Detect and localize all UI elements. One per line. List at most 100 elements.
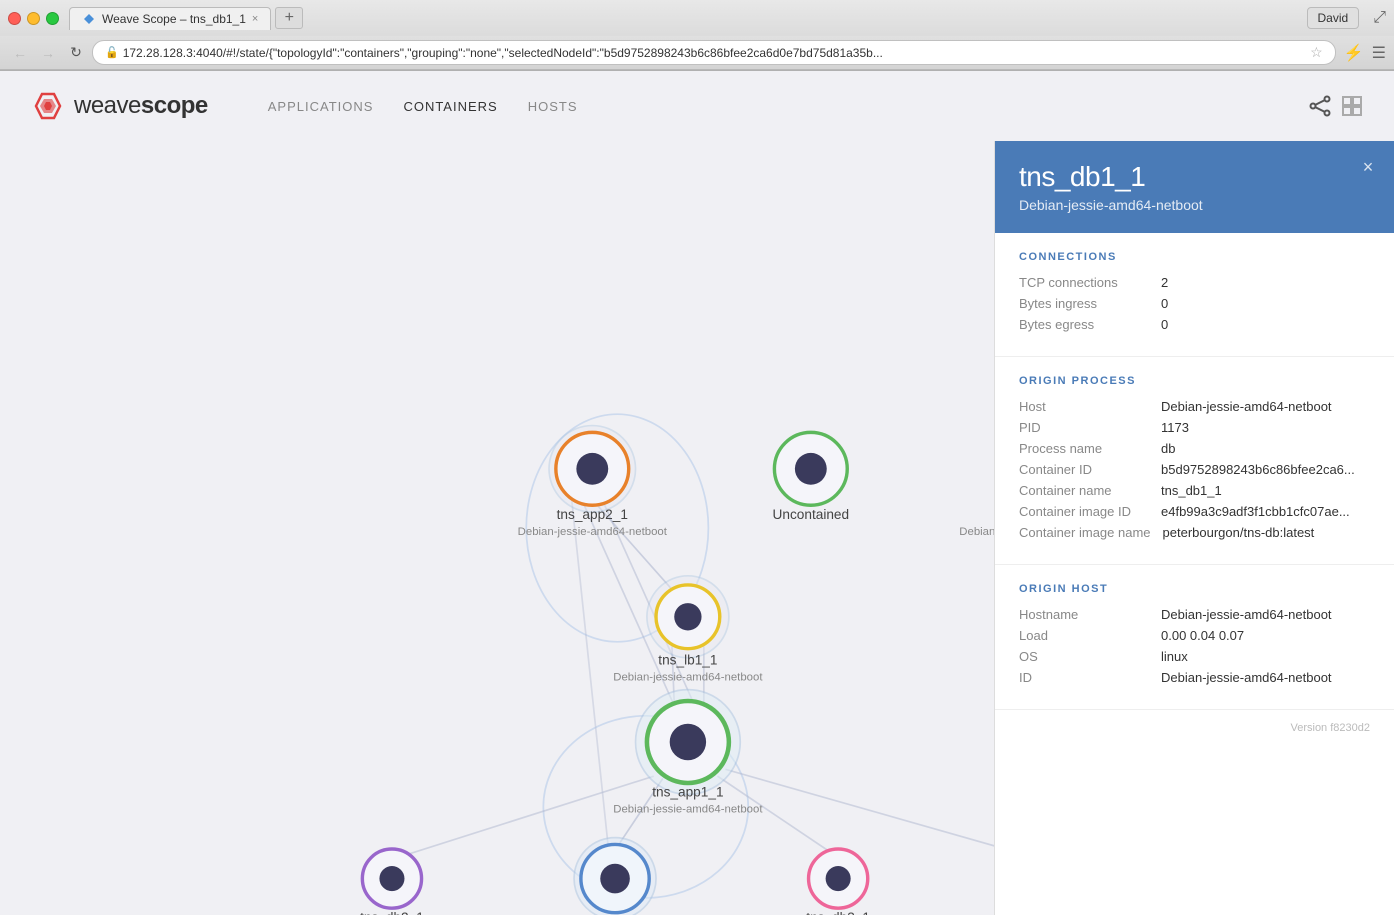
tab-close-button[interactable]: × (252, 13, 258, 25)
process-name-val: db (1161, 441, 1175, 456)
user-button[interactable]: David (1307, 7, 1360, 29)
nav-applications[interactable]: APPLICATIONS (268, 99, 374, 114)
logo: weavescope (30, 88, 208, 124)
hostname-key: Hostname (1019, 607, 1149, 622)
detail-panel: tns_db1_1 Debian-jessie-amd64-netboot × … (994, 141, 1394, 915)
nav-links: APPLICATIONS CONTAINERS HOSTS (268, 99, 578, 114)
host-key: Host (1019, 399, 1149, 414)
container-name-key: Container name (1019, 483, 1149, 498)
tab-label: Weave Scope – tns_db1_1 (102, 12, 246, 26)
tab-bar: Weave Scope – tns_db1_1 × + (69, 7, 1301, 30)
panel-header: tns_db1_1 Debian-jessie-amd64-netboot × (995, 141, 1394, 233)
svg-text:tns_app2_1: tns_app2_1 (557, 507, 628, 522)
container-image-name-key: Container image name (1019, 525, 1151, 540)
container-image-id-row: Container image ID e4fb99a3c9adf3f1cbb1c… (1019, 504, 1370, 519)
origin-process-section: ORIGIN PROCESS Host Debian-jessie-amd64-… (995, 357, 1394, 565)
connections-section: CONNECTIONS TCP connections 2 Bytes ingr… (995, 233, 1394, 357)
os-row: OS linux (1019, 649, 1370, 664)
title-bar: Weave Scope – tns_db1_1 × + David ⤢ (0, 0, 1394, 36)
container-image-name-row: Container image name peterbourgon/tns-db… (1019, 525, 1370, 540)
address-bar[interactable]: 🔓 172.28.128.3:4040/#!/state/{"topologyI… (92, 40, 1336, 65)
pid-val: 1173 (1161, 420, 1189, 435)
panel-close-button[interactable]: × (1356, 155, 1380, 179)
origin-process-section-title: ORIGIN PROCESS (1019, 375, 1370, 387)
app-content: weavescope APPLICATIONS CONTAINERS HOSTS (0, 71, 1394, 915)
maximize-traffic-light[interactable] (46, 12, 59, 25)
nav-icons: ⚡ ☰ (1344, 43, 1386, 63)
logo-icon (30, 88, 66, 124)
svg-text:tns_lb1_1: tns_lb1_1 (658, 653, 717, 668)
node-tns_db3_1[interactable]: tns_db3_1 Debian-jessie-amd64-netboot (764, 849, 914, 915)
container-id-row: Container ID b5d9752898243b6c86bfee2ca6.… (1019, 462, 1370, 477)
forward-button[interactable]: → (36, 41, 60, 65)
panel-subtitle: Debian-jessie-amd64-netboot (1019, 197, 1370, 213)
pid-key: PID (1019, 420, 1149, 435)
os-key: OS (1019, 649, 1149, 664)
container-id-key: Container ID (1019, 462, 1149, 477)
container-name-row: Container name tns_db1_1 (1019, 483, 1370, 498)
bytes-ingress-key: Bytes ingress (1019, 296, 1149, 311)
close-traffic-light[interactable] (8, 12, 21, 25)
load-key: Load (1019, 628, 1149, 643)
refresh-button[interactable]: ↻ (64, 41, 88, 65)
nav-hosts[interactable]: HOSTS (528, 99, 578, 114)
origin-host-section: ORIGIN HOST Hostname Debian-jessie-amd64… (995, 565, 1394, 710)
load-row: Load 0.00 0.04 0.07 (1019, 628, 1370, 643)
back-button[interactable]: ← (8, 41, 32, 65)
pid-row: PID 1173 (1019, 420, 1370, 435)
node-tns_app2_1[interactable]: tns_app2_1 Debian-jessie-amd64-netboot (518, 426, 668, 538)
app-header: weavescope APPLICATIONS CONTAINERS HOSTS (0, 71, 1394, 141)
host-val: Debian-jessie-amd64-netboot (1161, 399, 1332, 414)
process-name-key: Process name (1019, 441, 1149, 456)
panel-title: tns_db1_1 (1019, 161, 1370, 193)
panel-body: CONNECTIONS TCP connections 2 Bytes ingr… (995, 233, 1394, 746)
load-val: 0.00 0.04 0.07 (1161, 628, 1244, 643)
table-view-toggle[interactable] (1340, 94, 1364, 118)
svg-text:tns_app1_1: tns_app1_1 (652, 785, 723, 800)
origin-host-section-title: ORIGIN HOST (1019, 583, 1370, 595)
view-toggles (1308, 94, 1364, 118)
svg-text:tns_db2_1: tns_db2_1 (360, 910, 424, 915)
extensions-icon[interactable]: ⚡ (1344, 43, 1364, 63)
container-image-id-key: Container image ID (1019, 504, 1149, 519)
browser-tab[interactable]: Weave Scope – tns_db1_1 × (69, 7, 271, 30)
new-tab-button[interactable]: + (275, 7, 303, 29)
container-image-name-val: peterbourgon/tns-db:latest (1163, 525, 1315, 540)
bytes-egress-key: Bytes egress (1019, 317, 1149, 332)
panel-version: Version f8230d2 (995, 710, 1394, 746)
logo-text: weavescope (74, 92, 208, 120)
node-tns_app1_1[interactable]: tns_app1_1 Debian-jessie-amd64-netboot (613, 690, 763, 816)
star-icon[interactable]: ☆ (1310, 44, 1323, 61)
nav-containers[interactable]: CONTAINERS (403, 99, 497, 114)
svg-text:Uncontained: Uncontained (773, 507, 850, 522)
svg-text:Debian-jessie-amd64-netboot: Debian-jessie-amd64-netboot (518, 526, 668, 538)
tcp-connections-row: TCP connections 2 (1019, 275, 1370, 290)
lock-icon: 🔓 (105, 46, 119, 59)
bytes-egress-row: Bytes egress 0 (1019, 317, 1370, 332)
tcp-connections-key: TCP connections (1019, 275, 1149, 290)
nav-bar: ← → ↻ 🔓 172.28.128.3:4040/#!/state/{"top… (0, 36, 1394, 70)
bytes-ingress-val: 0 (1161, 296, 1168, 311)
window-expand-icon[interactable]: ⤢ (1373, 9, 1386, 27)
id-val: Debian-jessie-amd64-netboot (1161, 670, 1332, 685)
process-name-row: Process name db (1019, 441, 1370, 456)
tcp-connections-val: 2 (1161, 275, 1168, 290)
address-text: 172.28.128.3:4040/#!/state/{"topologyId"… (123, 46, 1306, 60)
id-row: ID Debian-jessie-amd64-netboot (1019, 670, 1370, 685)
graph-view-toggle[interactable] (1308, 94, 1332, 118)
browser-chrome: Weave Scope – tns_db1_1 × + David ⤢ ← → … (0, 0, 1394, 71)
node-tns_lb1_1[interactable]: tns_lb1_1 Debian-jessie-amd64-netboot (613, 576, 763, 684)
node-uncontained[interactable]: Uncontained (773, 432, 850, 522)
container-name-val: tns_db1_1 (1161, 483, 1222, 498)
svg-text:tns_db3_1: tns_db3_1 (806, 910, 870, 915)
svg-text:Debian-jessie-amd64-netboot: Debian-jessie-amd64-netboot (613, 804, 763, 816)
node-tns_db2_1[interactable]: tns_db2_1 Debian-jessie-amd64-netboot (317, 849, 467, 915)
minimize-traffic-light[interactable] (27, 12, 40, 25)
node-tns_db1_1[interactable]: tns_db1_1 Debian-jessie-amd64-netboot (540, 838, 690, 915)
bytes-egress-val: 0 (1161, 317, 1168, 332)
tab-favicon (82, 12, 96, 26)
bytes-ingress-row: Bytes ingress 0 (1019, 296, 1370, 311)
traffic-lights (8, 12, 59, 25)
settings-icon[interactable]: ☰ (1372, 43, 1386, 63)
os-val: linux (1161, 649, 1188, 664)
